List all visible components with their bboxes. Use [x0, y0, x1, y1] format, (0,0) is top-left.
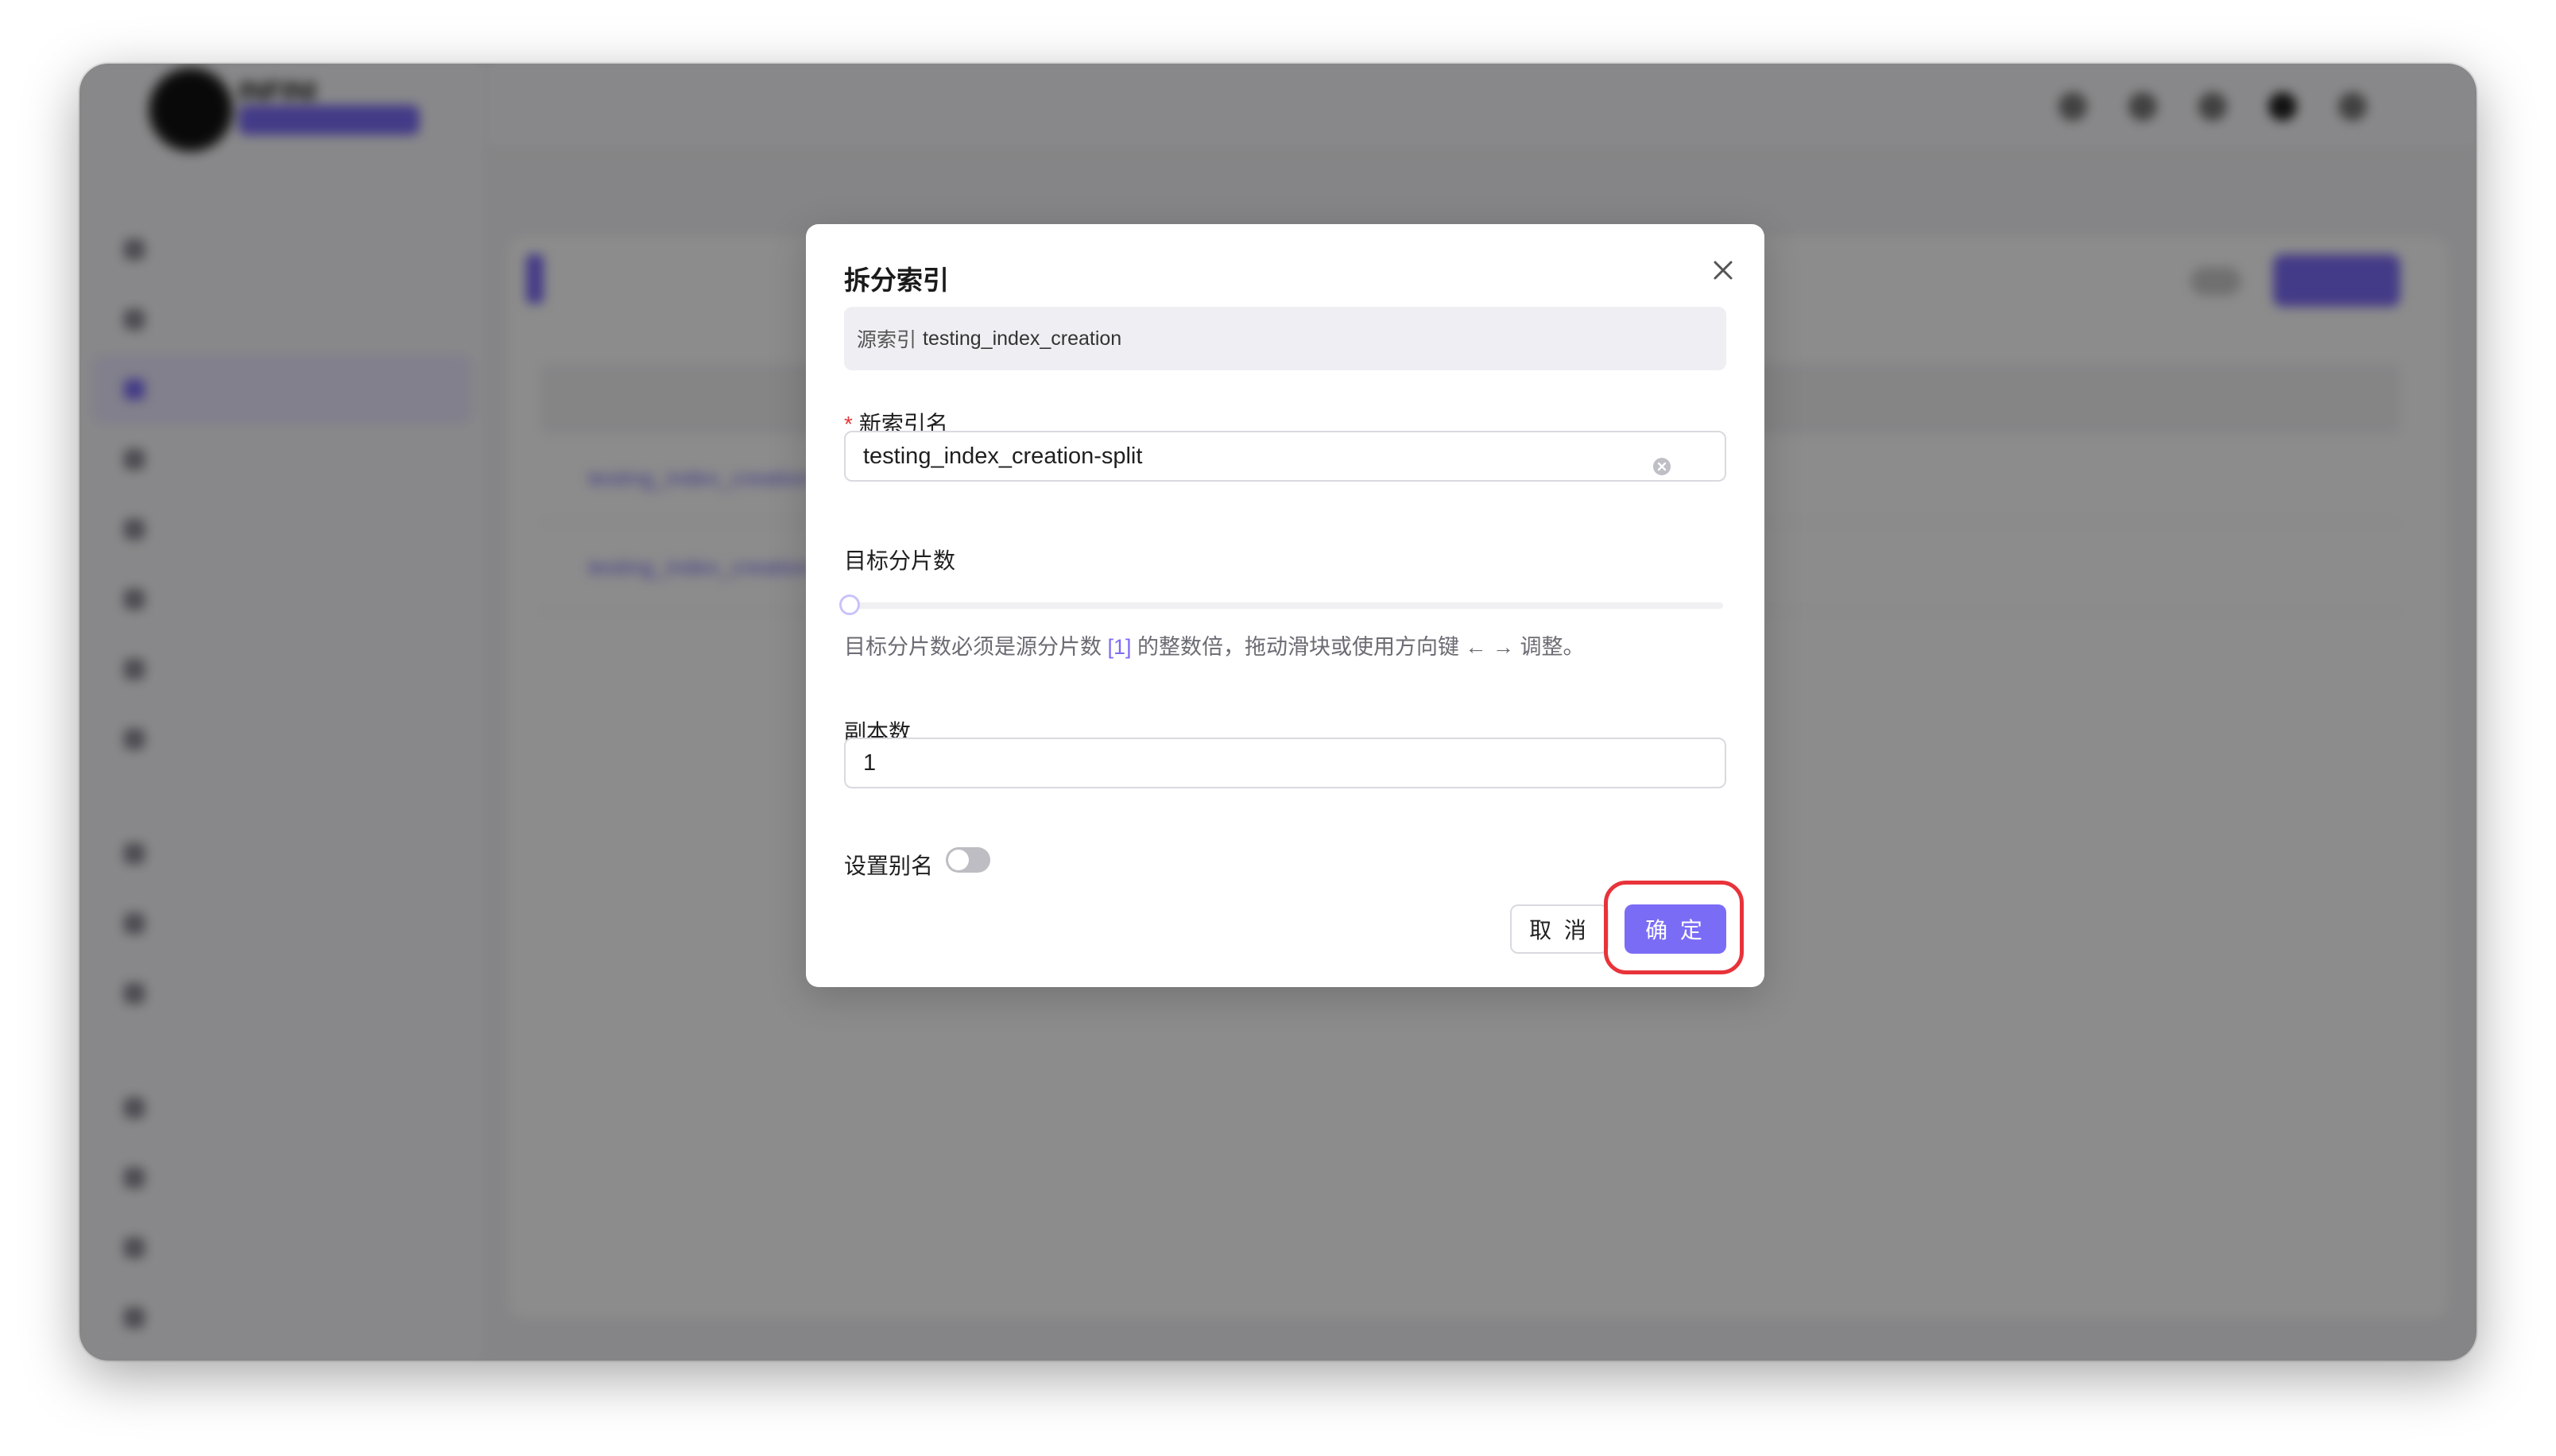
source-shards-value: [1]	[1107, 635, 1132, 659]
replicas-input[interactable]	[844, 738, 1726, 788]
clear-circle-icon[interactable]	[1652, 456, 1672, 477]
split-index-dialog: 拆分索引 源索引 testing_index_creation *新索引名 目标…	[806, 224, 1764, 987]
alias-switch[interactable]	[946, 847, 990, 873]
close-button[interactable]	[1701, 248, 1745, 292]
close-icon	[1714, 261, 1733, 280]
source-index-box: 源索引 testing_index_creation	[844, 307, 1726, 370]
target-shards-label: 目标分片数	[844, 548, 956, 573]
new-index-name-input[interactable]	[844, 431, 1726, 482]
source-index-value: testing_index_creation	[923, 327, 1122, 350]
source-index-label: 源索引	[857, 329, 917, 351]
shards-hint: 目标分片数必须是源分片数 [1] 的整数倍，拖动滑块或使用方向键 ← → 调整。	[844, 635, 1585, 659]
confirm-button[interactable]: 确 定	[1625, 904, 1726, 954]
shards-slider-rail[interactable]	[847, 602, 1723, 609]
alias-label: 设置别名	[844, 854, 934, 878]
shards-slider-handle[interactable]	[839, 594, 860, 615]
cancel-button[interactable]: 取 消	[1510, 904, 1609, 954]
dialog-title: 拆分索引	[844, 265, 949, 295]
switch-knob	[948, 850, 969, 870]
